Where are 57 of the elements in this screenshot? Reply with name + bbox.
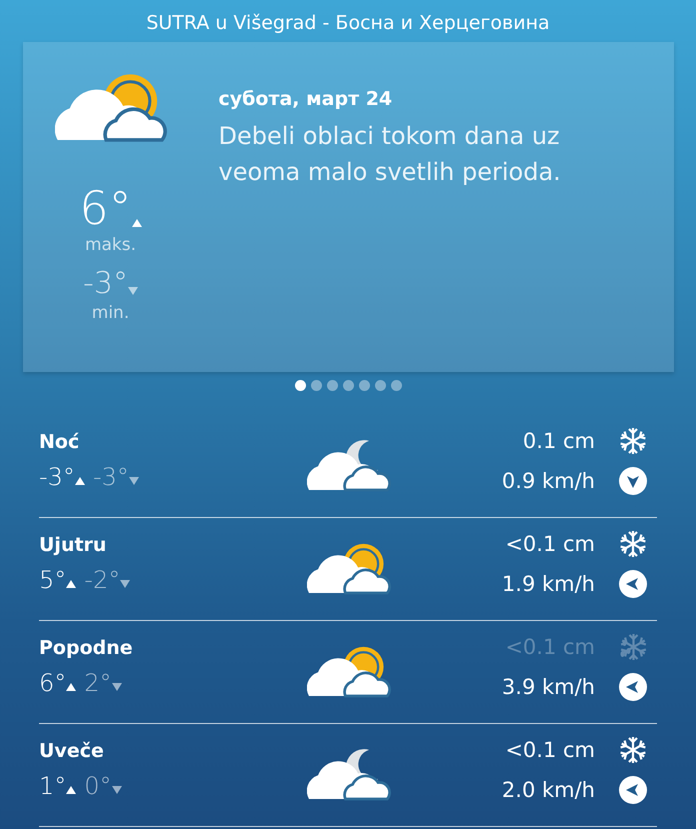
up-triangle-icon xyxy=(66,786,76,794)
page-dot[interactable] xyxy=(390,380,402,391)
max-temperature: 5° xyxy=(39,568,66,592)
down-triangle-icon xyxy=(128,286,138,295)
up-triangle-icon xyxy=(66,683,76,691)
wind-speed: 3.9 km/h xyxy=(502,675,595,699)
wind-direction-icon xyxy=(619,776,647,804)
up-triangle-icon xyxy=(132,218,142,227)
min-label: min. xyxy=(92,302,130,323)
snowflake-icon xyxy=(619,736,647,764)
page-dot[interactable] xyxy=(326,380,338,391)
up-triangle-icon xyxy=(66,580,76,588)
down-triangle-icon xyxy=(112,683,122,691)
max-label: maks. xyxy=(84,234,136,255)
precipitation-amount: <0.1 cm xyxy=(505,532,595,556)
min-temperature: 2° xyxy=(84,671,112,695)
snowflake-icon xyxy=(619,427,647,455)
min-temperature: 0° xyxy=(84,774,112,798)
partly-sunny-icon xyxy=(307,644,391,700)
period-name: Uveče xyxy=(39,740,105,762)
snow-rain-icon xyxy=(618,633,648,661)
wind-speed: 0.9 km/h xyxy=(502,469,595,493)
max-temperature: 1° xyxy=(39,774,66,798)
period-name: Noć xyxy=(39,431,80,453)
partly-sunny-icon xyxy=(307,542,391,596)
snowflake-icon xyxy=(619,530,647,558)
min-temperature: -3° xyxy=(83,268,128,299)
precipitation-amount: 0.1 cm xyxy=(522,429,595,453)
max-temperature: 6° xyxy=(79,184,132,231)
cloudy-moon-icon xyxy=(307,748,391,802)
max-temperature: -3° xyxy=(39,465,75,489)
up-triangle-icon xyxy=(74,477,85,485)
wind-speed: 1.9 km/h xyxy=(502,572,595,596)
wind-direction-icon xyxy=(619,570,647,598)
down-triangle-icon xyxy=(120,580,130,588)
max-temperature: 6° xyxy=(39,671,66,695)
min-temperature: -3° xyxy=(92,465,129,489)
page-dot[interactable] xyxy=(294,380,306,391)
down-triangle-icon xyxy=(112,786,122,794)
period-name: Ujutru xyxy=(39,534,108,556)
wind-direction-icon xyxy=(619,467,647,495)
page-dot[interactable] xyxy=(310,380,322,391)
down-triangle-icon xyxy=(128,477,139,485)
page-dot[interactable] xyxy=(342,380,354,391)
partly-sunny-icon xyxy=(54,72,166,145)
cloudy-moon-icon xyxy=(307,438,391,494)
forecast-description: Debeli oblaci tokom dana uz veoma malo svetlih perioda. xyxy=(218,121,562,188)
location-title: SUTRA u Višegrad - Босна и Херцеговина xyxy=(146,12,550,36)
page-dot[interactable] xyxy=(374,380,386,391)
page-dot[interactable] xyxy=(358,380,370,391)
min-temperature: -2° xyxy=(84,568,120,592)
period-name: Popodne xyxy=(39,637,134,659)
wind-speed: 2.0 km/h xyxy=(502,778,595,802)
precipitation-amount: <0.1 cm xyxy=(505,738,595,762)
wind-direction-icon xyxy=(619,673,647,701)
forecast-date: субота, март 24 xyxy=(218,88,394,110)
precipitation-amount: <0.1 cm xyxy=(505,635,595,659)
